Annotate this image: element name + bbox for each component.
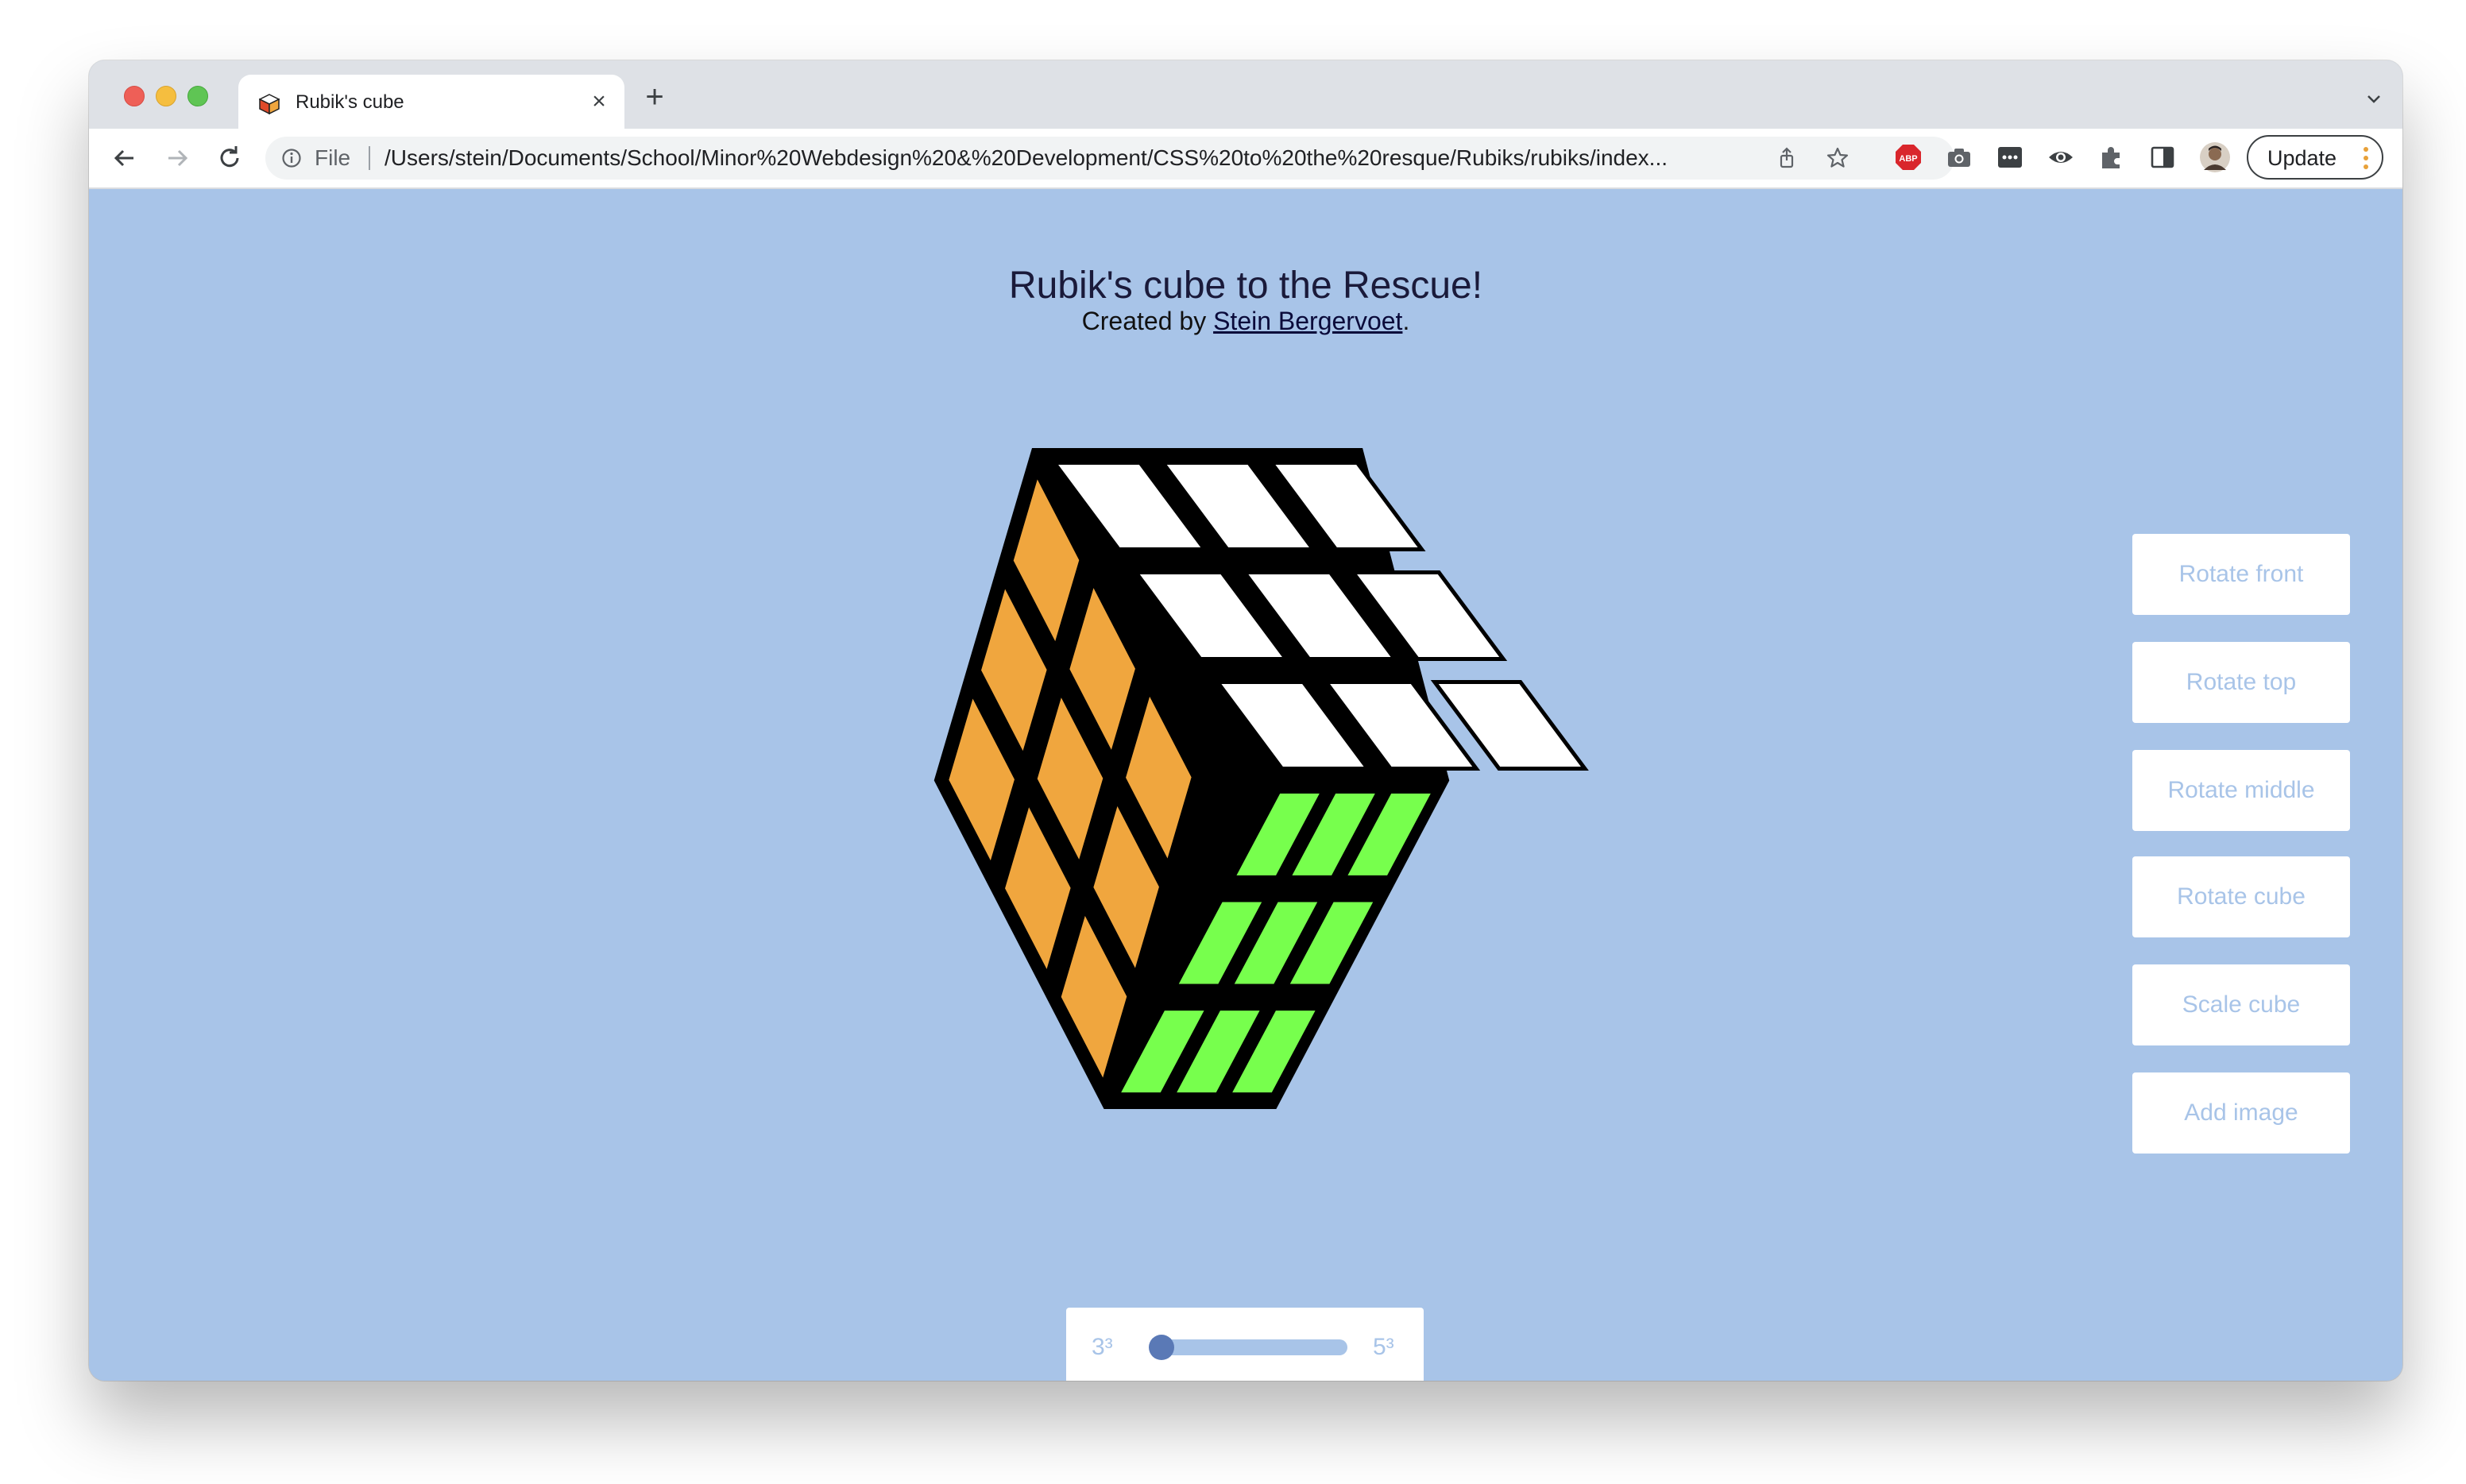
author-link[interactable]: Stein Bergervoet	[1213, 307, 1402, 335]
update-label: Update	[2267, 146, 2337, 170]
address-bar[interactable]: File /Users/stein/Documents/School/Minor…	[265, 137, 1954, 180]
cube-size-slider-panel: 3³ 5³	[1066, 1308, 1424, 1381]
tab-rubiks-cube[interactable]: Rubik's cube ×	[238, 75, 624, 129]
side-panel-icon[interactable]	[2148, 143, 2177, 172]
extensions-puzzle-icon[interactable]	[2097, 143, 2126, 172]
rotate-front-button[interactable]: Rotate front	[2132, 534, 2350, 615]
browser-toolbar: File /Users/stein/Documents/School/Minor…	[89, 129, 2402, 189]
rotate-cube-button[interactable]: Rotate cube	[2132, 856, 2350, 937]
add-image-button[interactable]: Add image	[2132, 1072, 2350, 1154]
page-content: Rubik's cube to the Rescue! Created by S…	[89, 189, 2402, 1381]
close-window-button[interactable]	[124, 86, 145, 106]
subtitle-prefix: Created by	[1081, 307, 1214, 335]
omnibox-divider	[369, 146, 370, 170]
back-arrow-icon[interactable]	[110, 143, 140, 173]
rubiks-cube-favicon-icon	[259, 94, 280, 114]
zoom-window-button[interactable]	[187, 86, 208, 106]
update-button[interactable]: Update	[2247, 135, 2383, 180]
eye-icon[interactable]	[2047, 143, 2075, 172]
rotate-top-button[interactable]: Rotate top	[2132, 642, 2350, 723]
page-subtitle: Created by Stein Bergervoet.	[89, 305, 2402, 337]
forward-arrow-icon[interactable]	[162, 143, 192, 173]
url-text[interactable]: /Users/stein/Documents/School/Minor%20We…	[385, 146, 1767, 170]
reload-icon[interactable]	[215, 143, 245, 173]
subtitle-suffix: .	[1402, 307, 1410, 335]
bookmark-star-icon[interactable]	[1826, 146, 1850, 170]
rubiks-cube[interactable]	[844, 419, 1781, 1134]
page-title: Rubik's cube to the Rescue!	[1008, 265, 1483, 307]
file-scheme-label: File	[315, 145, 351, 170]
cube-size-slider-track[interactable]	[1152, 1339, 1347, 1355]
chevron-down-icon[interactable]	[2364, 89, 2383, 108]
scale-cube-button[interactable]: Scale cube	[2132, 964, 2350, 1045]
slider-min-label: 3³	[1092, 1334, 1113, 1360]
tab-strip: Rubik's cube × +	[89, 60, 2402, 129]
tab-title: Rubik's cube	[296, 91, 404, 113]
profile-avatar[interactable]	[2199, 141, 2231, 173]
svg-text:ABP: ABP	[1899, 154, 1917, 164]
cube-size-slider-thumb[interactable]	[1149, 1335, 1174, 1360]
share-icon[interactable]	[1775, 146, 1799, 170]
slider-max-label: 5³	[1373, 1334, 1394, 1360]
info-icon[interactable]	[281, 148, 302, 168]
browser-window: Rubik's cube × + File /Users/stein/Docum…	[89, 60, 2402, 1381]
kebab-menu-icon[interactable]	[2363, 146, 2369, 170]
more-dots-extension-icon[interactable]	[1996, 143, 2024, 172]
minimize-window-button[interactable]	[156, 86, 176, 106]
new-tab-button[interactable]: +	[640, 81, 669, 113]
camera-icon[interactable]	[1945, 143, 1973, 172]
adblock-plus-icon[interactable]: ABP	[1894, 143, 1923, 172]
rotate-middle-button[interactable]: Rotate middle	[2132, 750, 2350, 831]
tab-close-icon[interactable]: ×	[588, 90, 610, 114]
